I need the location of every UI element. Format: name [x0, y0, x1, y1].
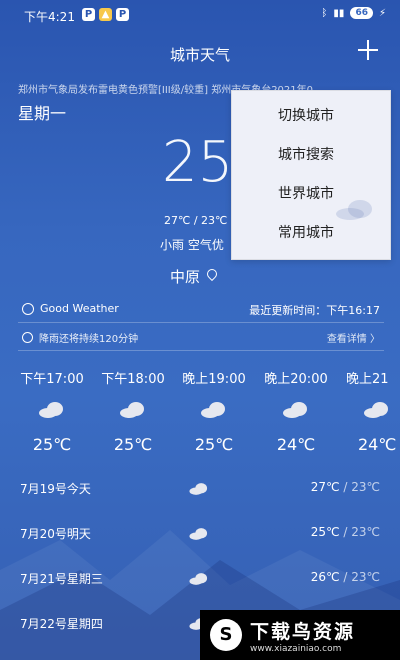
day-date: 7月20号明天	[20, 527, 91, 541]
status-right: ᛒ ▮▮ 66 ⚡	[321, 7, 386, 19]
charging-icon: ⚡	[378, 7, 386, 19]
location-name: 中原	[170, 268, 201, 286]
good-weather-row: Good Weather	[22, 302, 119, 315]
sun-icon	[22, 302, 34, 315]
hour-temperature: 24℃	[276, 435, 316, 454]
divider	[18, 350, 384, 351]
day-high: 27℃	[310, 480, 340, 494]
parking-notification-icon: P	[116, 8, 129, 21]
hour-time: 晚上20:00	[264, 372, 328, 387]
status-bar: 下午4:21 P ▲ P ᛒ ▮▮ 66 ⚡	[0, 0, 400, 30]
page-title: 城市天气	[169, 46, 230, 64]
cloud-icon	[120, 402, 144, 418]
hour-time: 下午18:00	[101, 372, 165, 387]
cloud-icon	[364, 402, 388, 418]
location-pin-icon	[206, 269, 218, 285]
cloud-icon	[189, 528, 208, 540]
day-temperature: 26℃ / 23℃	[310, 570, 380, 584]
divider	[18, 322, 384, 323]
cloud-icon	[201, 402, 225, 418]
cloud-icon	[189, 483, 208, 495]
hour-time: 下午17:00	[20, 372, 84, 387]
city-menu: 切换城市 城市搜索 世界城市 常用城市	[231, 90, 391, 260]
site-watermark: S 下载鸟资源 www.xiazainiao.com	[200, 610, 400, 660]
signal-icon: ▮▮	[333, 7, 345, 19]
day-temperature: 27℃ / 23℃	[310, 480, 380, 494]
watermark-logo: S	[210, 619, 242, 651]
watermark-text: 下载鸟资源 www.xiazainiao.com	[250, 617, 355, 654]
cloud-icon	[283, 402, 307, 418]
decorative-cloud-icon	[336, 200, 372, 220]
rain-timer-icon	[22, 332, 33, 343]
day-date: 7月22号星期四	[20, 617, 103, 631]
day-date: 7月19号今天	[20, 482, 91, 496]
cloud-icon	[189, 573, 208, 585]
bluetooth-icon: ᛒ	[321, 7, 328, 19]
day-low: 23℃	[351, 480, 380, 494]
hour-temperature: 25℃	[194, 435, 234, 454]
hourly-item: 下午18:00 25℃	[93, 368, 173, 454]
menu-item-switch-city[interactable]: 切换城市	[278, 105, 334, 125]
battery-indicator: 66	[350, 7, 373, 19]
hourly-item: 晚上19:00 25℃	[174, 368, 254, 454]
watermark-title: 下载鸟资源	[250, 620, 356, 643]
app-notification-icon: ▲	[99, 8, 112, 21]
menu-item-common-cities[interactable]: 常用城市	[278, 222, 334, 242]
parking-notification-icon: P	[82, 8, 95, 21]
current-temperature: 25	[162, 130, 234, 195]
day-date: 7月21号星期三	[20, 572, 103, 586]
day-low: 23℃	[351, 570, 380, 584]
hourly-item: 晚上20:00 24℃	[256, 368, 336, 454]
cloud-icon	[39, 402, 63, 418]
hour-time: 晚上21	[346, 372, 389, 387]
temperature-range: 27℃ / 23℃	[164, 214, 228, 227]
hour-temperature: 25℃	[113, 435, 153, 454]
view-details-link[interactable]: 查看详情 〉	[327, 330, 380, 345]
daily-row[interactable]: 7月21号星期三 26℃ / 23℃	[0, 570, 400, 590]
day-high: 25℃	[310, 525, 340, 539]
rain-notice-row: 降雨还将持续120分钟	[22, 330, 138, 345]
day-high: 26℃	[310, 570, 340, 584]
hourly-item: 晚上21 24℃	[336, 368, 400, 454]
menu-item-city-search[interactable]: 城市搜索	[278, 144, 334, 164]
condition-air-quality: 小雨 空气优	[160, 238, 224, 252]
daily-row[interactable]: 7月19号今天 27℃ / 23℃	[0, 480, 400, 500]
location-selector[interactable]: 中原	[170, 266, 218, 287]
hour-temperature: 25℃	[32, 435, 72, 454]
hour-time: 晚上19:00	[182, 372, 246, 387]
last-update-time: 最近更新时间：下午16:17	[249, 304, 380, 317]
watermark-url: www.xiazainiao.com	[250, 643, 342, 654]
add-city-button[interactable]	[356, 38, 380, 62]
hour-temperature: 24℃	[358, 435, 397, 454]
good-weather-text: Good Weather	[40, 302, 119, 315]
menu-item-world-cities[interactable]: 世界城市	[278, 183, 334, 203]
weekday-label: 星期一	[18, 104, 67, 123]
status-time: 下午4:21	[24, 10, 75, 24]
day-low: 23℃	[351, 525, 380, 539]
rain-notice-text: 降雨还将持续120分钟	[39, 334, 139, 345]
day-temperature: 25℃ / 23℃	[310, 525, 380, 539]
daily-row[interactable]: 7月20号明天 25℃ / 23℃	[0, 525, 400, 545]
hourly-item: 下午17:00 25℃	[12, 368, 92, 454]
